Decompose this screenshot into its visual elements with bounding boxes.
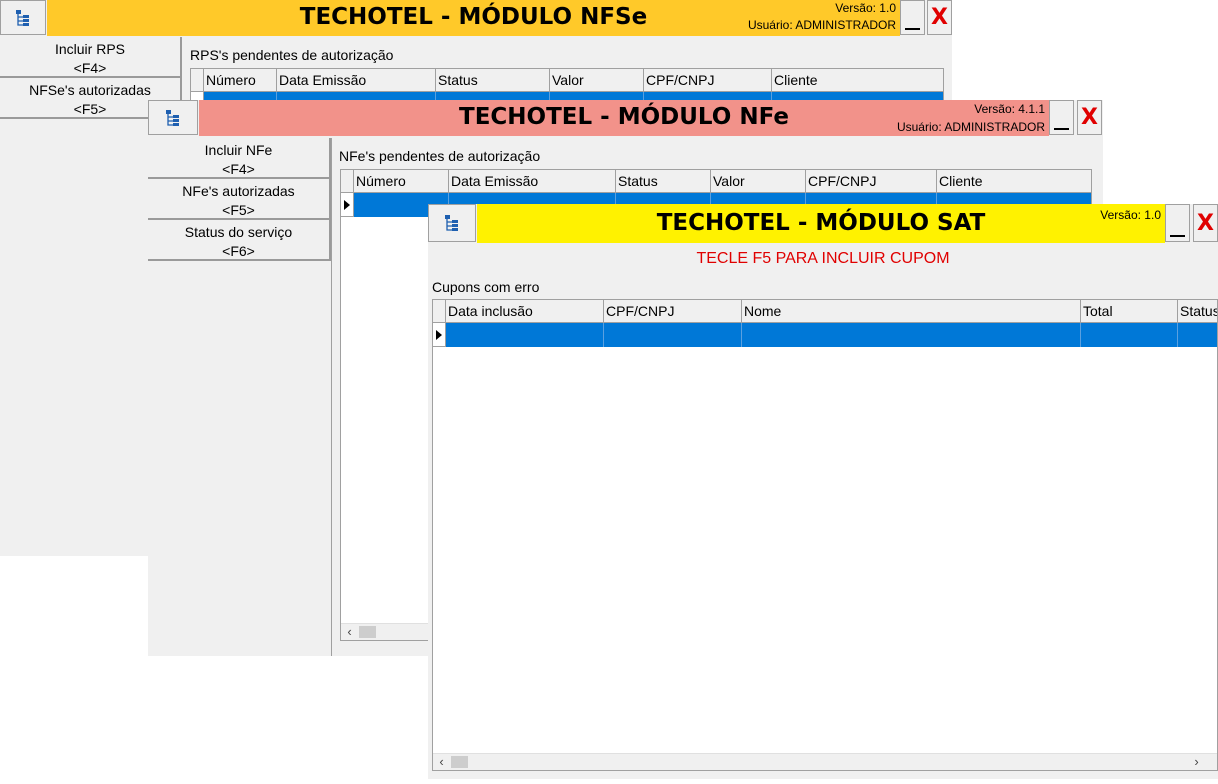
sat-minimize-button[interactable]	[1165, 204, 1190, 242]
column-header[interactable]: Valor	[711, 170, 806, 192]
nfse-titlebar: TECHOTEL - MÓDULO NFSe Versão: 1.0 Usuár…	[0, 0, 952, 36]
nav-label: Status do serviço	[184, 224, 293, 240]
nav-key: <F5>	[222, 202, 255, 218]
scroll-left-icon[interactable]: ‹	[341, 624, 358, 640]
nav-label: NFSe's autorizadas	[29, 82, 151, 98]
nfe-menu-button[interactable]	[148, 100, 198, 135]
nav-incluir-nfe[interactable]: Incluir NFe <F4>	[148, 138, 331, 179]
nfse-close-button[interactable]: X	[927, 0, 952, 35]
column-header[interactable]: Data Emissão	[277, 69, 436, 91]
nfse-minimize-button[interactable]	[900, 0, 925, 35]
nav-key: <F4>	[222, 161, 255, 177]
nav-nfe-autorizadas[interactable]: NFe's autorizadas <F5>	[148, 179, 331, 220]
indicator-column	[341, 170, 354, 192]
nfe-version: Versão: 4.1.1	[974, 102, 1045, 116]
nav-label: Incluir NFe	[204, 142, 273, 158]
sat-window: TECHOTEL - MÓDULO SAT Versão: 1.0 X TECL…	[428, 204, 1218, 779]
nav-divider	[331, 138, 332, 656]
column-header[interactable]: CPF/CNPJ	[644, 69, 772, 91]
nfse-menu-button[interactable]	[0, 0, 46, 35]
column-header[interactable]: CPF/CNPJ	[604, 300, 742, 322]
scroll-thumb[interactable]	[451, 756, 468, 768]
row-pointer-icon	[436, 329, 442, 340]
column-header[interactable]: Data Emissão	[449, 170, 616, 192]
nav-status-servico[interactable]: Status do serviço <F6>	[148, 220, 331, 261]
table-cell[interactable]	[604, 323, 742, 347]
scroll-thumb[interactable]	[359, 626, 376, 638]
row-pointer-icon	[344, 199, 350, 210]
nav-label: Incluir RPS	[54, 41, 126, 57]
column-header[interactable]: Cliente	[937, 170, 1091, 192]
table-row[interactable]	[433, 323, 1217, 347]
minimize-icon	[1054, 128, 1069, 130]
sat-titlebar: TECHOTEL - MÓDULO SAT Versão: 1.0 X	[428, 204, 1218, 243]
column-header[interactable]: Número	[204, 69, 277, 91]
nfse-section-label: RPS's pendentes de autorização	[190, 47, 394, 63]
sat-version: Versão: 1.0	[1100, 208, 1161, 222]
nav-incluir-rps[interactable]: Incluir RPS <F4>	[0, 37, 182, 78]
nfe-close-button[interactable]: X	[1077, 100, 1102, 135]
table-cell[interactable]	[446, 323, 604, 347]
column-header[interactable]: CPF/CNPJ	[806, 170, 937, 192]
table-cell[interactable]	[1178, 323, 1217, 347]
column-header[interactable]: Número	[354, 170, 449, 192]
sat-close-button[interactable]: X	[1193, 204, 1218, 242]
grid-header: Data inclusão CPF/CNPJ Nome Total Status	[433, 300, 1217, 323]
column-header[interactable]: Data inclusão	[446, 300, 604, 322]
tree-icon	[16, 9, 29, 26]
column-header[interactable]: Status	[436, 69, 550, 91]
nav-key: <F4>	[73, 60, 107, 76]
grid-header: Número Data Emissão Status Valor CPF/CNP…	[191, 69, 943, 92]
column-header[interactable]: Valor	[550, 69, 644, 91]
nfe-title-band: TECHOTEL - MÓDULO NFe Versão: 4.1.1 Usuá…	[199, 100, 1049, 136]
column-header[interactable]: Nome	[742, 300, 1081, 322]
grid-header: Número Data Emissão Status Valor CPF/CNP…	[341, 170, 1091, 193]
minimize-icon	[905, 28, 920, 30]
nfe-titlebar: TECHOTEL - MÓDULO NFe Versão: 4.1.1 Usuá…	[148, 100, 1103, 136]
horizontal-scrollbar[interactable]: ‹ ›	[433, 753, 1217, 770]
sat-grid[interactable]: Data inclusão CPF/CNPJ Nome Total Status…	[432, 299, 1218, 771]
row-indicator	[433, 323, 446, 347]
nav-key: <F6>	[222, 243, 255, 259]
sat-section-label: Cupons com erro	[432, 279, 540, 295]
table-cell[interactable]	[1081, 323, 1178, 347]
scroll-left-icon[interactable]: ‹	[433, 754, 450, 770]
nfse-title-band: TECHOTEL - MÓDULO NFSe Versão: 1.0 Usuár…	[47, 0, 900, 36]
sat-window-title: TECHOTEL - MÓDULO SAT	[656, 210, 986, 236]
tree-icon	[445, 215, 458, 231]
column-header[interactable]: Total	[1081, 300, 1178, 322]
nfe-section-label: NFe's pendentes de autorização	[339, 148, 541, 164]
column-header[interactable]: Status	[1178, 300, 1217, 322]
table-cell[interactable]	[742, 323, 1081, 347]
nfse-version: Versão: 1.0	[835, 1, 896, 15]
sat-title-band: TECHOTEL - MÓDULO SAT Versão: 1.0	[477, 204, 1165, 243]
indicator-column	[433, 300, 446, 322]
nfe-minimize-button[interactable]	[1049, 100, 1074, 135]
column-header[interactable]: Cliente	[772, 69, 943, 91]
sat-notice: TECLE F5 PARA INCLUIR CUPOM	[696, 250, 950, 267]
row-indicator	[341, 193, 354, 217]
indicator-column	[191, 69, 204, 91]
minimize-icon	[1170, 235, 1185, 237]
nfe-user: Usuário: ADMINISTRADOR	[896, 120, 1045, 134]
scroll-right-icon[interactable]: ›	[1188, 754, 1205, 770]
sat-menu-button[interactable]	[428, 204, 476, 242]
column-header[interactable]: Status	[616, 170, 711, 192]
nav-label: NFe's autorizadas	[182, 183, 295, 199]
nfse-user: Usuário: ADMINISTRADOR	[747, 18, 896, 32]
tree-icon	[166, 109, 179, 126]
